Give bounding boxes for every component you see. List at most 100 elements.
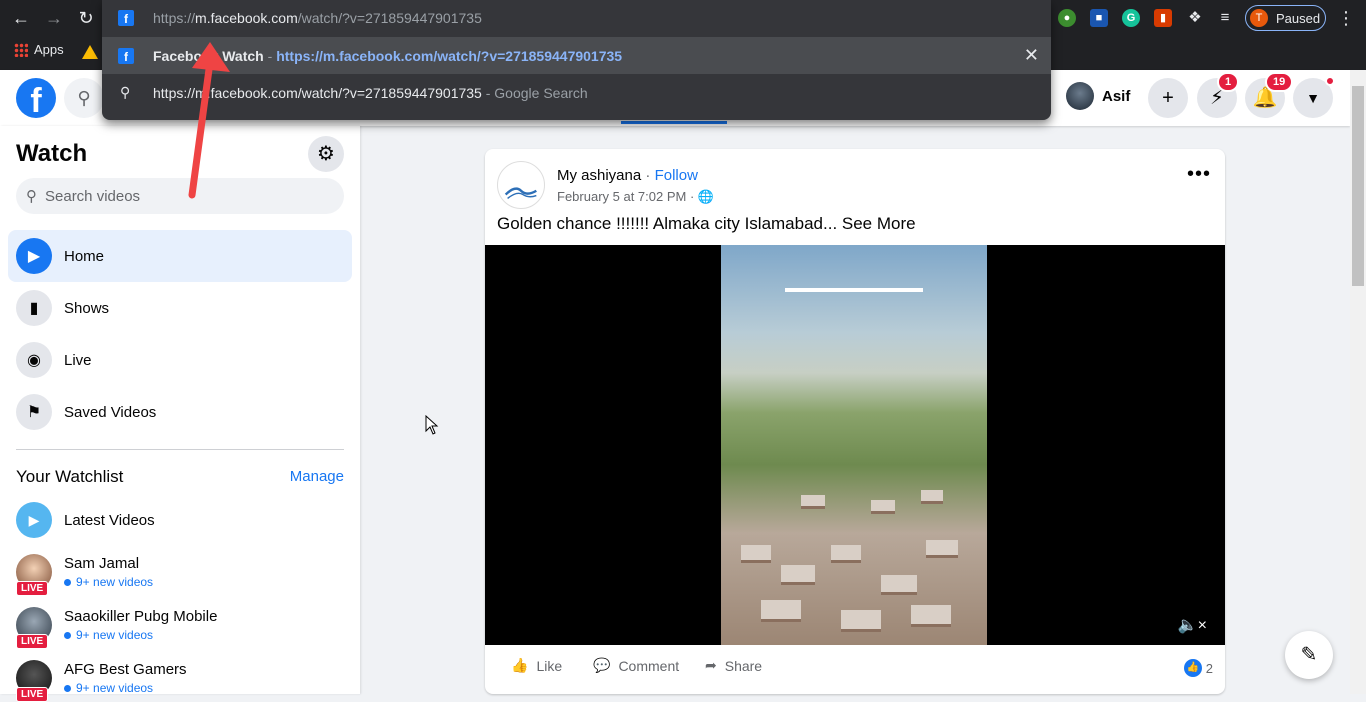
page-name-link[interactable]: My ashiyana <box>557 167 641 184</box>
avatar: LIVE <box>16 554 52 596</box>
search-icon[interactable]: ⚲ <box>64 78 104 118</box>
avatar <box>1066 82 1094 110</box>
post-timestamp[interactable]: February 5 at 7:02 PM · 🌐 <box>557 189 714 205</box>
address-bar[interactable]: f https://m.facebook.com/watch/?v=271859… <box>102 0 1051 36</box>
list-item[interactable]: LIVE Saaokiller Pubg Mobile 9+ new video… <box>16 607 217 649</box>
notifications-badge: 19 <box>1265 72 1294 92</box>
live-badge: LIVE <box>16 687 49 702</box>
list-item-label: Latest Videos <box>64 511 155 529</box>
gear-icon: ⚙ <box>317 143 335 165</box>
like-button[interactable]: 👍 Like <box>511 657 562 674</box>
profile-status: Paused <box>1276 10 1321 26</box>
comment-label: Comment <box>618 657 680 674</box>
apps-bookmark[interactable]: Apps <box>14 42 64 57</box>
play-icon: ▶ <box>16 502 52 538</box>
video-scenery <box>926 540 958 558</box>
video-scenery <box>871 500 895 514</box>
reactions-summary[interactable]: 👍 2 <box>1183 659 1213 677</box>
like-reaction-icon: 👍 <box>1183 659 1202 677</box>
back-icon[interactable]: ← <box>11 8 31 28</box>
remove-suggestion-icon[interactable]: ✕ <box>1024 45 1039 66</box>
list-item[interactable]: LIVE Sam Jamal 9+ new videos <box>16 554 153 596</box>
thumbs-up-icon: 👍 <box>511 657 529 673</box>
account-menu-button[interactable]: ▼ <box>1293 76 1335 118</box>
extension-bank-icon[interactable]: ■ <box>1090 9 1108 27</box>
follow-button[interactable]: Follow <box>655 167 698 184</box>
extensions-puzzle-icon[interactable]: ❖ <box>1186 9 1204 27</box>
separator-dot: · <box>641 167 655 184</box>
search-suffix: - Google Search <box>481 85 588 101</box>
create-button[interactable]: + <box>1148 78 1188 118</box>
mouse-cursor-icon <box>425 415 439 435</box>
share-icon: ➦ <box>705 657 717 673</box>
comment-button[interactable]: 💬 Comment <box>593 657 679 674</box>
profile-button[interactable]: T Paused <box>1245 5 1326 31</box>
sidebar-item-label: Live <box>64 351 92 369</box>
sidebar-item-home[interactable]: ▶ Home <box>8 230 352 282</box>
settings-button[interactable]: ⚙ <box>308 136 344 172</box>
watchlist-latest[interactable]: ▶ Latest Videos <box>16 502 155 538</box>
video-post: My ashiyana · Follow February 5 at 7:02 … <box>485 149 1225 694</box>
notifications-button[interactable]: 🔔 19 <box>1245 72 1294 118</box>
live-badge: LIVE <box>16 581 49 596</box>
manage-link[interactable]: Manage <box>290 468 344 485</box>
new-videos-label: 9+ new videos <box>76 681 154 695</box>
avatar: LIVE <box>16 607 52 649</box>
more-options-icon[interactable]: ••• <box>1187 163 1211 186</box>
facebook-favicon-icon: f <box>118 48 134 64</box>
office-icon[interactable]: ▮ <box>1154 9 1172 27</box>
address-url[interactable]: https://m.facebook.com/watch/?v=27185944… <box>153 10 482 26</box>
video-scenery <box>881 575 917 595</box>
url-path: /watch/?v=271859447901735 <box>297 10 482 26</box>
profile-chip[interactable]: Asif <box>1066 82 1130 110</box>
drive-icon[interactable] <box>82 45 98 59</box>
reload-icon[interactable]: ↻ <box>76 8 96 28</box>
media-queue-icon[interactable]: ≡ <box>1216 9 1234 27</box>
post-date-text: February 5 at 7:02 PM · <box>557 189 698 204</box>
like-label: Like <box>536 657 563 674</box>
suggestion-search[interactable]: ⚲ https://m.facebook.com/watch/?v=271859… <box>102 74 1051 111</box>
avatar: LIVE <box>16 660 52 702</box>
comment-icon: 💬 <box>593 657 611 673</box>
post-actions: 👍 Like 💬 Comment ➦ Share 👍 2 <box>485 645 1225 694</box>
browser-menu-icon[interactable]: ⋮ <box>1337 8 1355 29</box>
apps-label: Apps <box>34 42 64 57</box>
post-caption: Golden chance !!!!!!! Almaka city Islama… <box>497 214 916 233</box>
active-tab-indicator <box>621 121 727 124</box>
tv-icon: ▶ <box>16 238 52 274</box>
share-button[interactable]: ➦ Share <box>705 657 762 674</box>
live-camera-icon: ◉ <box>16 342 52 378</box>
sidebar-item-saved[interactable]: ⚑ Saved Videos <box>8 386 352 438</box>
video-scenery <box>741 545 771 563</box>
forward-icon[interactable]: → <box>44 8 64 28</box>
sidebar-item-shows[interactable]: ▮ Shows <box>8 282 352 334</box>
video-player[interactable]: 🔈× <box>485 245 1225 645</box>
page-title: Watch <box>16 140 88 167</box>
suggestion-history[interactable]: f Facebook Watch - https://m.facebook.co… <box>102 37 1051 74</box>
messenger-button[interactable]: ⚡ 1 <box>1197 72 1240 118</box>
new-message-button[interactable]: ✎ <box>1285 631 1333 679</box>
scrollbar-thumb[interactable] <box>1352 86 1364 286</box>
globe-icon: 🌐 <box>697 189 715 204</box>
video-scenery <box>921 490 943 504</box>
account-alert-dot <box>1325 76 1335 86</box>
compose-icon: ✎ <box>1300 644 1318 666</box>
facebook-logo-icon[interactable]: f <box>16 78 56 120</box>
video-scenery <box>761 600 801 622</box>
sidebar-item-label: Saved Videos <box>64 403 157 421</box>
video-frame <box>721 245 987 645</box>
suggestion-url: https://m.facebook.com/watch/?v=27185944… <box>276 48 623 64</box>
extension-globe-icon[interactable]: ● <box>1058 9 1076 27</box>
sidebar-item-live[interactable]: ◉ Live <box>8 334 352 386</box>
page-logo-icon[interactable] <box>497 161 545 209</box>
post-author: My ashiyana · Follow <box>557 167 698 184</box>
list-item[interactable]: LIVE AFG Best Gamers 9+ new videos <box>16 660 187 702</box>
omnibox-dropdown: f https://m.facebook.com/watch/?v=271859… <box>102 0 1051 120</box>
mute-icon[interactable]: 🔈× <box>1178 615 1207 635</box>
watch-sidebar: Watch ⚙ ⚲ ▶ Home ▮ Shows ◉ Live ⚑ Saved … <box>0 126 360 702</box>
plus-icon: + <box>1162 87 1174 109</box>
messenger-badge: 1 <box>1217 72 1240 92</box>
new-videos-label: 9+ new videos <box>76 628 154 642</box>
video-scenery <box>831 545 861 563</box>
grammarly-icon[interactable]: G <box>1122 9 1140 27</box>
